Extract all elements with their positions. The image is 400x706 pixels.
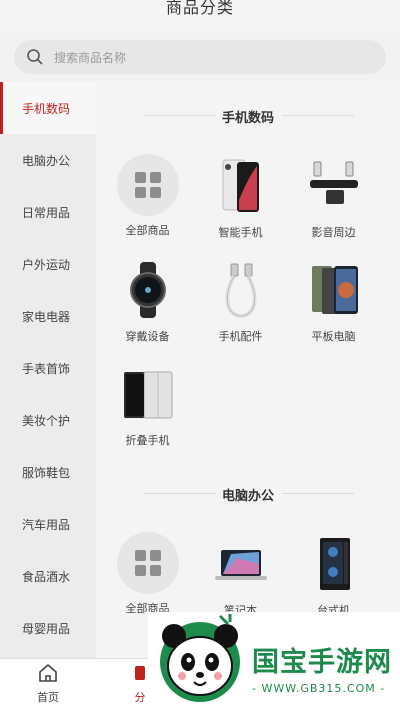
sidebar-item-computers[interactable]: 电脑办公 <box>0 134 96 186</box>
tile-label: 折叠手机 <box>125 434 170 447</box>
grid-icon <box>116 532 179 594</box>
tab-label: 首页 <box>37 691 59 704</box>
divider <box>282 115 354 116</box>
laptop-image <box>209 532 273 596</box>
category-tile[interactable]: 影音周边 <box>287 148 380 252</box>
divider <box>282 493 354 494</box>
cable-image <box>209 258 273 322</box>
product-grid: 全部商品 智能手机 影音周边 穿戴设备 手机配件 平板电脑 折叠手机 <box>96 148 400 460</box>
section-title: 手机数码 <box>221 111 274 126</box>
category-tile[interactable]: 全部商品 <box>101 148 194 252</box>
smartphone-image <box>209 154 273 218</box>
section-header: 手机数码 <box>96 82 400 148</box>
category-tile[interactable]: 穿戴设备 <box>101 252 194 356</box>
watermark-url: - WWW.GB315.COM - <box>252 682 386 695</box>
category-content: 手机数码 全部商品 智能手机 影音周边 穿戴设备 手机配件 平板电脑 折叠手机 … <box>96 82 400 658</box>
sidebar-item-phones[interactable]: 手机数码 <box>0 82 96 134</box>
page-title: 商品分类 <box>165 0 234 17</box>
tile-label: 平板电脑 <box>311 330 356 343</box>
home-icon <box>39 664 57 682</box>
tile-label: 手机配件 <box>218 330 263 343</box>
category-tile[interactable]: 平板电脑 <box>287 252 380 356</box>
category-tile[interactable]: 智能手机 <box>194 148 287 252</box>
sidebar-item-apparel[interactable]: 服饰鞋包 <box>0 446 96 498</box>
desktop-tower-image <box>302 532 366 596</box>
category-tile[interactable]: 手机配件 <box>194 252 287 356</box>
sidebar-item-baby[interactable]: 母婴用品 <box>0 602 96 654</box>
soundbar-image <box>302 154 366 218</box>
foldable-phone-image <box>116 362 180 426</box>
sidebar-item-appliances[interactable]: 家电电器 <box>0 290 96 342</box>
header: 商品分类 <box>0 0 400 30</box>
tile-label: 影音周边 <box>311 226 356 239</box>
grid-icon <box>116 154 179 216</box>
panda-logo <box>160 614 240 702</box>
section-title: 电脑办公 <box>221 489 274 504</box>
category-tile[interactable]: 折叠手机 <box>101 356 194 460</box>
tab-home[interactable]: 首页 <box>18 663 78 705</box>
sidebar-item-outdoor[interactable]: 户外运动 <box>0 238 96 290</box>
search-bar[interactable]: 搜索商品名称 <box>14 40 386 74</box>
watermark-overlay: 国宝手游网 - WWW.GB315.COM - <box>148 612 400 706</box>
sidebar-item-watches[interactable]: 手表首饰 <box>0 342 96 394</box>
sidebar-item-food[interactable]: 食品酒水 <box>0 550 96 602</box>
tile-label: 全部商品 <box>125 224 170 237</box>
section-header: 电脑办公 <box>96 460 400 526</box>
sidebar-item-beauty[interactable]: 美妆个护 <box>0 394 96 446</box>
tablet-image <box>302 258 366 322</box>
search-input[interactable]: 搜索商品名称 <box>54 49 126 66</box>
category-sidebar: 手机数码 电脑办公 日常用品 户外运动 家电电器 手表首饰 美妆个护 服饰鞋包 … <box>0 82 96 658</box>
sidebar-item-auto[interactable]: 汽车用品 <box>0 498 96 550</box>
tile-label: 智能手机 <box>218 226 263 239</box>
smartwatch-image <box>116 258 180 322</box>
sidebar-item-daily[interactable]: 日常用品 <box>0 186 96 238</box>
watermark-brand: 国宝手游网 <box>252 647 392 678</box>
tile-label: 穿戴设备 <box>125 330 170 343</box>
search-icon <box>27 49 43 65</box>
